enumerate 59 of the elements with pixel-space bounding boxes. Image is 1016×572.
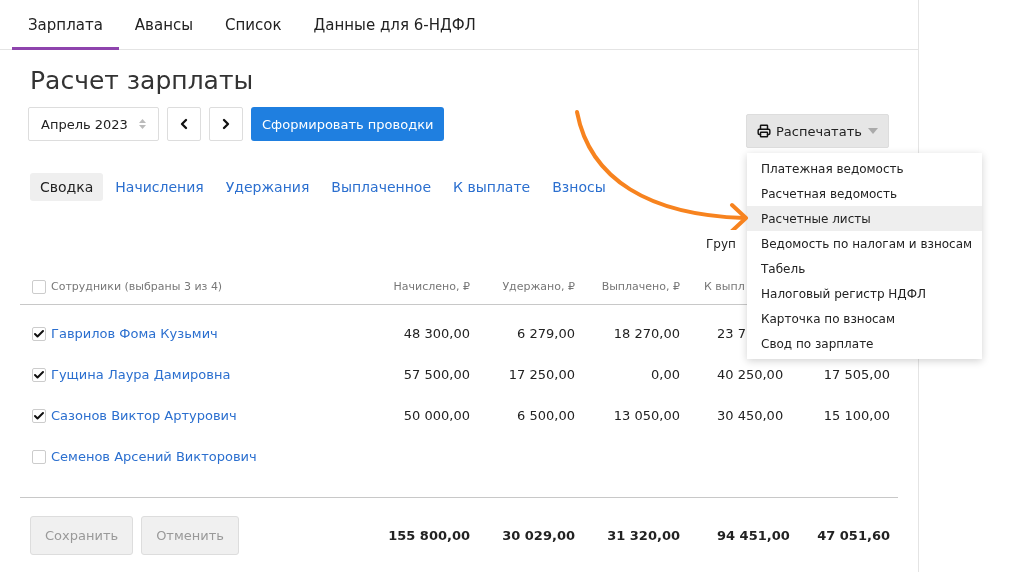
view-tab[interactable]: Взносы (542, 173, 616, 201)
view-tab[interactable]: Начисления (105, 173, 214, 201)
checkbox[interactable] (32, 367, 46, 382)
column-header: Начислено, ₽ (392, 280, 470, 293)
page-title: Расчет зарплаты (30, 66, 255, 95)
checkbox[interactable] (32, 279, 46, 294)
next-button[interactable] (209, 107, 243, 141)
total-cell-text: 30 029,00 (501, 528, 575, 543)
table-cell-text: 0,00 (650, 367, 680, 382)
checkbox[interactable] (32, 408, 46, 423)
sort-icon (139, 119, 146, 129)
menu-item[interactable]: Расчетная ведомость (747, 181, 982, 206)
table-cell-text: 23 7 (716, 326, 747, 341)
table-cell-text: 6 500,00 (516, 408, 575, 423)
table-cell-text: 50 000,00 (402, 408, 470, 423)
print-button[interactable]: Распечатать (746, 114, 889, 148)
menu-item[interactable]: Платежная ведомость (747, 156, 982, 181)
menu-item[interactable]: Свод по зарплате (747, 331, 982, 356)
employee-link[interactable]: Сазонов Виктор Артурович (51, 408, 237, 423)
menu-item[interactable]: Налоговый регистр НДФЛ (747, 281, 982, 306)
checkbox[interactable] (32, 326, 46, 341)
column-header: Сотрудники (выбраны 3 из 4) (51, 280, 223, 293)
menu-item[interactable]: Карточка по взносам (747, 306, 982, 331)
table-cell-text: 15 100,00 (822, 408, 890, 423)
table-cell-text: 17 505,00 (822, 367, 890, 382)
menu-item[interactable]: Расчетные листы (747, 206, 982, 231)
menu-item[interactable]: Ведомость по налогам и взносам (747, 231, 982, 256)
nav-tab[interactable]: Данные для 6-НДФЛ (297, 0, 492, 50)
column-header: Удержано, ₽ (501, 280, 575, 293)
total-cell-text: 155 800,00 (387, 528, 470, 543)
previous-button[interactable] (167, 107, 201, 141)
view-tab[interactable]: Удержания (215, 173, 320, 201)
table-cell-text: 48 300,00 (402, 326, 470, 341)
employee-link[interactable]: Гущина Лаура Дамировна (51, 367, 231, 382)
period-select[interactable]: Апрель 2023 (28, 107, 159, 141)
total-cell-text: 47 051,60 (816, 528, 890, 543)
printer-icon (757, 124, 771, 138)
employee-link[interactable]: Семенов Арсений Викторович (51, 449, 257, 464)
table-cell-text: 30 450,00 (716, 408, 785, 423)
table-cell-text: 18 270,00 (612, 326, 680, 341)
nav-tab[interactable]: Список (209, 0, 298, 50)
grouping-label: Груп (706, 237, 736, 253)
view-tab[interactable]: Выплаченное (321, 173, 442, 201)
nav-tab[interactable]: Зарплата (12, 0, 119, 50)
table-cell-text: 17 250,00 (507, 367, 575, 382)
checkbox[interactable] (32, 449, 46, 464)
table-cell-text: 6 279,00 (516, 326, 575, 341)
total-cell-text: 31 320,00 (606, 528, 680, 543)
employee-link[interactable]: Гаврилов Фома Кузьмич (51, 326, 218, 341)
menu-item[interactable]: Табель (747, 256, 982, 281)
table-cell-text: 40 250,00 (716, 367, 785, 382)
caret-icon (868, 128, 878, 134)
table-cell-text: 57 500,00 (402, 367, 470, 382)
table-cell-text: 13 050,00 (612, 408, 680, 423)
post-entries-button[interactable]: Сформировать проводки (251, 107, 445, 141)
column-header: Выплачено, ₽ (600, 280, 680, 293)
view-tab[interactable]: Сводка (30, 173, 104, 201)
nav-tab[interactable]: Авансы (118, 0, 210, 50)
view-tab[interactable]: К выплате (443, 173, 541, 201)
